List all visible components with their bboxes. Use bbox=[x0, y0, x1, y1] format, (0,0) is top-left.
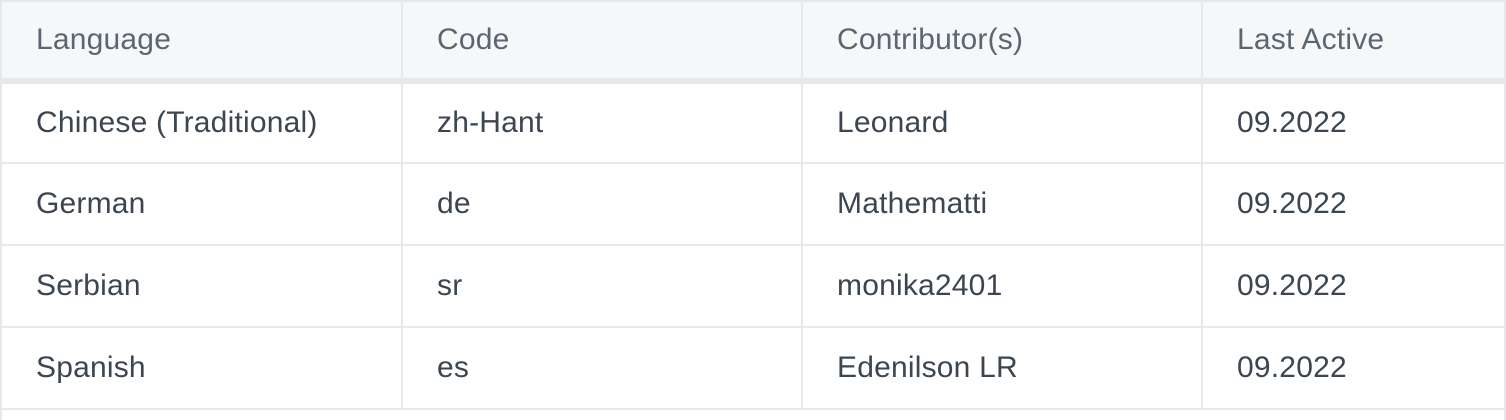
cell-contributors: Edenilson LR bbox=[802, 327, 1203, 410]
table-row: Spanish es Edenilson LR 09.2022 bbox=[2, 327, 1504, 410]
cell-contributors: monika2401 bbox=[802, 245, 1203, 328]
cell-language: German bbox=[2, 163, 403, 246]
cell-last-active: 09.2022 bbox=[1202, 163, 1504, 246]
cell-last-active: 09.2022 bbox=[1202, 245, 1504, 328]
cell-code: zh-Hant bbox=[402, 81, 803, 164]
cell-code: de bbox=[402, 163, 803, 246]
table-header: Language Code Contributor(s) Last Active bbox=[2, 2, 1504, 84]
translators-table-container: Language Code Contributor(s) Last Active… bbox=[0, 0, 1506, 420]
column-header-contributors: Contributor(s) bbox=[802, 2, 1203, 84]
cell-code: es bbox=[402, 327, 803, 410]
table-row: German de Mathematti 09.2022 bbox=[2, 163, 1504, 246]
table-row: Serbian sr monika2401 09.2022 bbox=[2, 245, 1504, 328]
column-header-language: Language bbox=[2, 2, 403, 84]
cell-language: Serbian bbox=[2, 245, 403, 328]
column-header-last-active: Last Active bbox=[1202, 2, 1504, 84]
cell-last-active: 09.2022 bbox=[1202, 327, 1504, 410]
header-row: Language Code Contributor(s) Last Active bbox=[2, 2, 1504, 84]
cell-code: sr bbox=[402, 245, 803, 328]
table-body: Chinese (Traditional) zh-Hant Leonard 09… bbox=[2, 81, 1504, 410]
cell-contributors: Mathematti bbox=[802, 163, 1203, 246]
column-header-code: Code bbox=[402, 2, 803, 84]
cell-language: Chinese (Traditional) bbox=[2, 81, 403, 164]
table-row: Chinese (Traditional) zh-Hant Leonard 09… bbox=[2, 81, 1504, 164]
translators-table: Language Code Contributor(s) Last Active… bbox=[2, 2, 1504, 410]
cell-contributors: Leonard bbox=[802, 81, 1203, 164]
cell-language: Spanish bbox=[2, 327, 403, 410]
cell-last-active: 09.2022 bbox=[1202, 81, 1504, 164]
